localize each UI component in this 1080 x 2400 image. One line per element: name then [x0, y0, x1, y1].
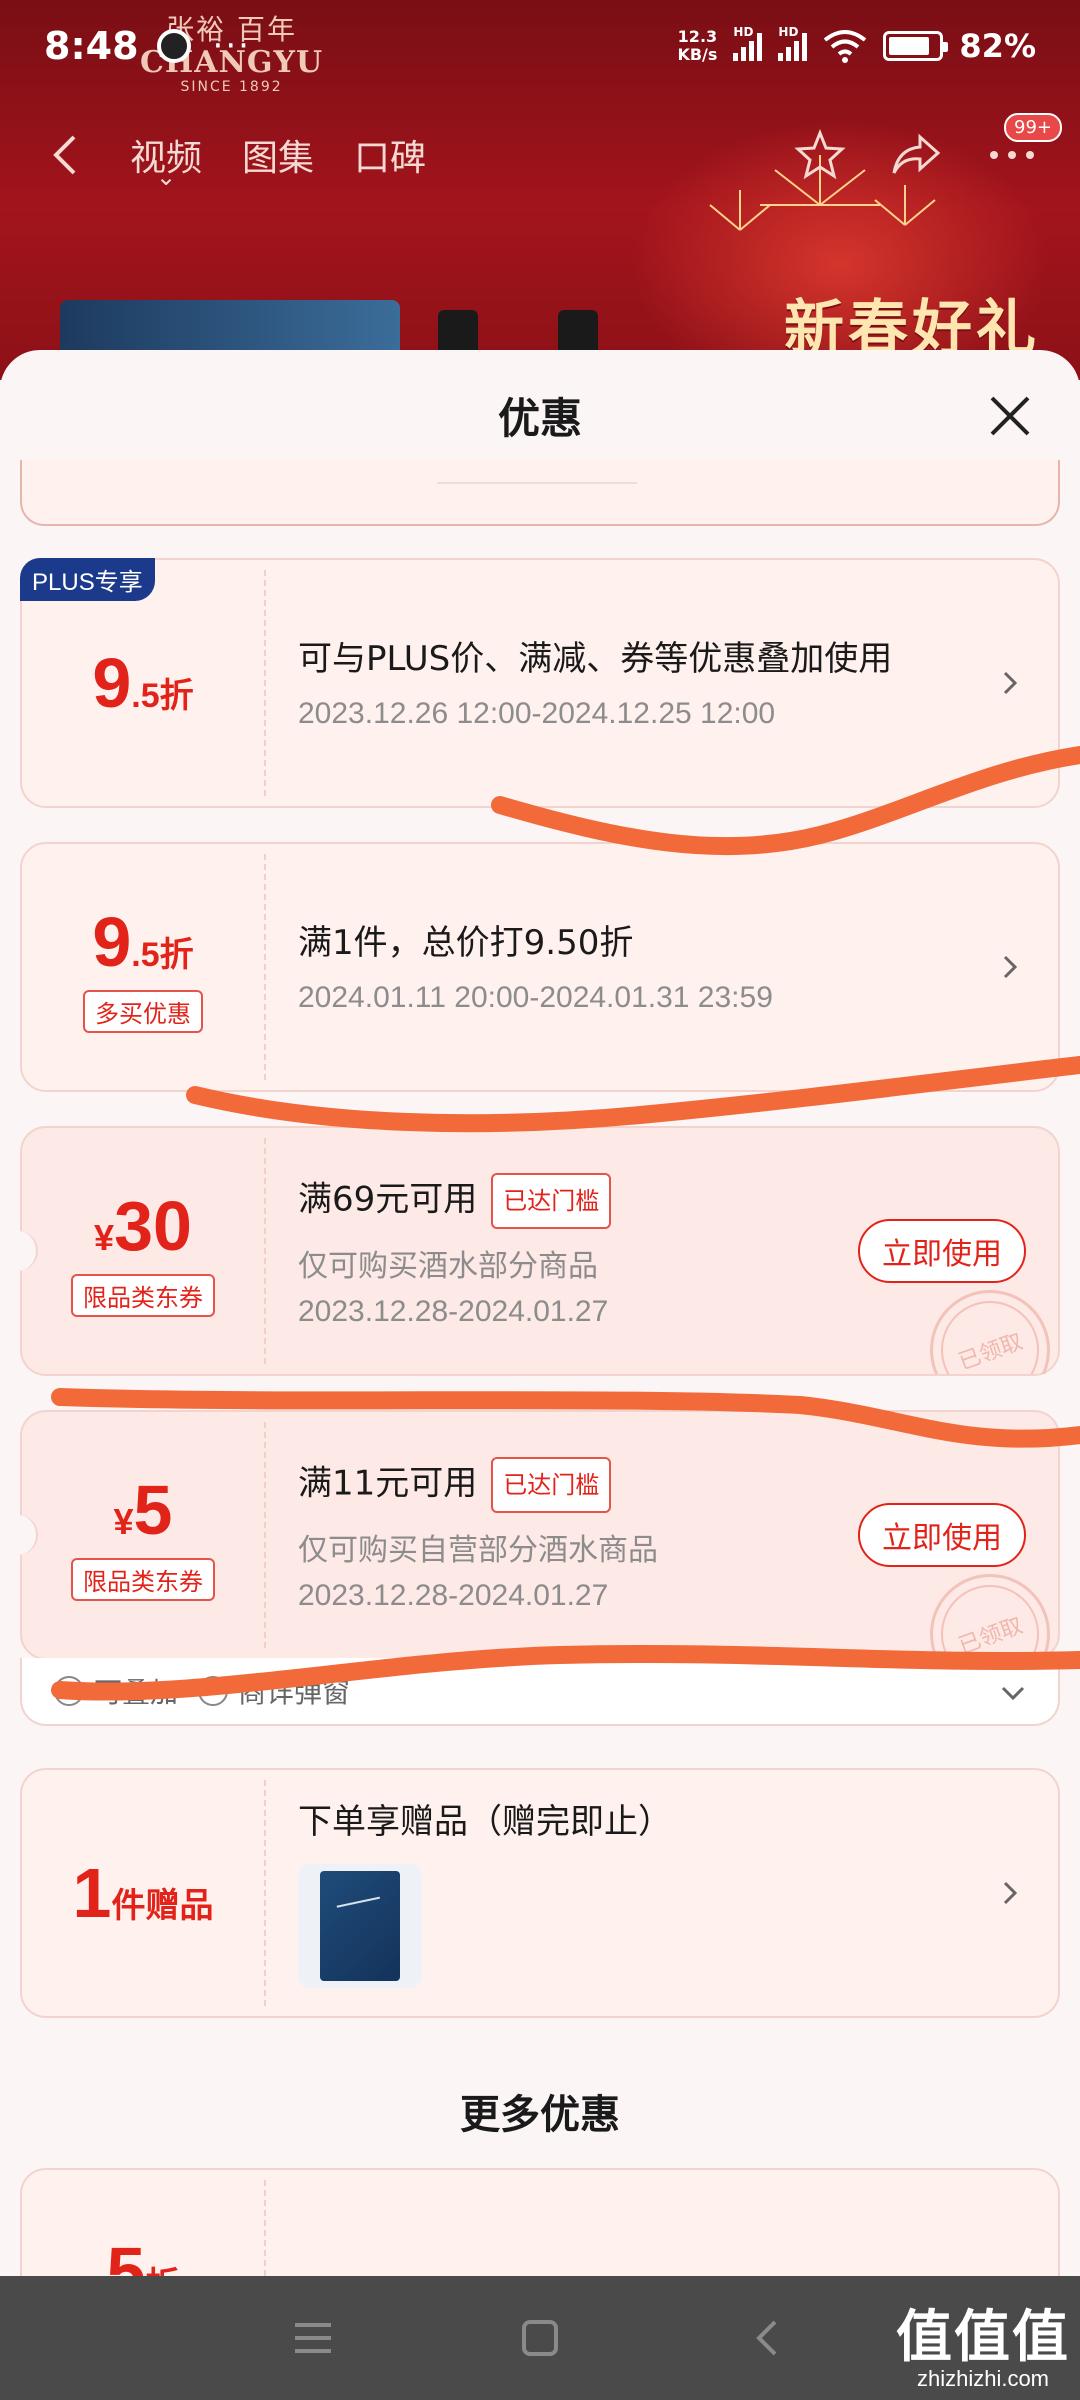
more-promotions-heading: 更多优惠	[460, 2092, 620, 2138]
share-icon[interactable]	[888, 127, 944, 183]
promo-value: 9.5折 多买优惠	[22, 844, 264, 1090]
network-speed-unit: KB/s	[677, 45, 718, 64]
battery-percent: 82%	[959, 27, 1036, 65]
promo-value: 9.5折	[22, 560, 264, 806]
promo-card-partial[interactable]: 5折	[20, 2168, 1060, 2280]
claimed-stamp: 已领取	[918, 1284, 1058, 1374]
tab-video[interactable]: 视频	[130, 129, 202, 181]
use-now-button[interactable]: 立即使用	[858, 1503, 1026, 1567]
threshold-met-tag: 已达门槛	[491, 1457, 612, 1513]
gift-value: 1件赠品	[22, 1770, 264, 2016]
close-button[interactable]	[980, 386, 1040, 446]
coupon-options-row: 可叠加 商详弹窗	[20, 1658, 1060, 1726]
chevron-right-icon	[992, 665, 1028, 701]
stackable-option[interactable]: 可叠加	[54, 1671, 178, 1711]
status-time: 8:48	[44, 24, 139, 68]
multibuy-tag: 多买优惠	[83, 989, 203, 1033]
watermark-main: 值值值	[896, 2305, 1070, 2370]
claimed-stamp: 已领取	[918, 1568, 1058, 1658]
claimed-stamp-text: 已领取	[955, 1329, 1027, 1374]
threshold-met-tag: 已达门槛	[491, 1173, 612, 1229]
wifi-icon	[824, 30, 867, 63]
promo-period: 2023.12.26 12:00-2024.12.25 12:00	[298, 697, 776, 730]
coupon-scope: 仅可购买自营部分酒水商品	[298, 1533, 658, 1568]
detail-popup-label: 商详弹窗	[238, 1676, 351, 1709]
coupon-period: 2023.12.28-2024.01.27	[298, 1295, 609, 1328]
coupon-value: ¥30 限品类东券	[22, 1128, 264, 1374]
radio-icon	[54, 1676, 84, 1706]
coupon-period: 2023.12.28-2024.01.27	[298, 1579, 609, 1612]
more-icon[interactable]: 99+	[984, 113, 1062, 183]
battery-icon	[883, 31, 949, 61]
discount-value: 9	[92, 644, 132, 722]
radio-icon	[198, 1676, 229, 1706]
coupon-condition-text: 满69元可用	[298, 1179, 478, 1220]
coupon-amount: 30	[114, 1186, 192, 1265]
product-top-nav: 视频 图集 口碑 99+	[0, 110, 1080, 200]
gift-title: 下单享赠品（赠完即止）	[298, 1802, 672, 1842]
watermark-sub: zhizhizhi.com	[916, 2366, 1050, 2391]
coupon-type-tag: 限品类东券	[71, 1273, 215, 1317]
signal-icon: HD	[778, 25, 808, 61]
use-now-button[interactable]: 立即使用	[858, 1219, 1026, 1283]
coupon-type-tag: 限品类东券	[71, 1557, 215, 1601]
partial-card-top	[20, 460, 1060, 526]
currency-symbol: ¥	[94, 1216, 115, 1258]
product-tabs: 视频 图集 口碑	[130, 129, 426, 181]
promo-card-plus[interactable]: PLUS专享 9.5折 可与PLUS价、满减、券等优惠叠加使用 2023.12.…	[20, 558, 1060, 808]
discount-value: 5	[106, 2233, 146, 2280]
chevron-right-icon	[992, 1875, 1028, 1911]
chevron-down-icon[interactable]	[1000, 1675, 1026, 1708]
currency-symbol: ¥	[113, 1500, 134, 1542]
gift-count: 1	[72, 1854, 112, 1932]
coupon-value: ¥5 限品类东券	[22, 1412, 264, 1658]
coupon-amount: 5	[133, 1470, 173, 1549]
back-icon[interactable]	[40, 130, 90, 180]
promo-value: 5折	[22, 2170, 264, 2280]
status-bar: 8:48 ··· 12.3 KB/s HD HD 82%	[0, 0, 1080, 92]
hd-label: HD	[733, 25, 754, 39]
chevron-right-icon	[992, 949, 1028, 985]
tab-reviews[interactable]: 口碑	[354, 129, 426, 181]
gift-unit: 件赠品	[111, 1887, 214, 1925]
more-notifications-icon: ···	[212, 26, 251, 66]
gift-card[interactable]: 1件赠品 下单享赠品（赠完即止）	[20, 1768, 1060, 2018]
coupon-card: ¥30 限品类东券 满69元可用 已达门槛 仅可购买酒水部分商品 2023.12.…	[6, 1126, 1060, 1376]
promo-period: 2024.01.11 20:00-2024.01.31 23:59	[298, 981, 773, 1014]
favorite-star-icon[interactable]	[792, 127, 848, 183]
claimed-stamp-text: 已领取	[955, 1613, 1027, 1658]
coupon-scope: 仅可购买酒水部分商品	[298, 1249, 598, 1284]
promo-card-multibuy[interactable]: 9.5折 多买优惠 满1件，总价打9.50折 2024.01.11 20:00-…	[20, 842, 1060, 1092]
coupon-condition-text: 满11元可用	[298, 1463, 478, 1504]
tab-gallery[interactable]: 图集	[242, 129, 314, 181]
close-icon	[990, 396, 1030, 436]
coupon-card: ¥5 限品类东券 满11元可用 已达门槛 仅可购买自营部分酒水商品 2023.12…	[6, 1410, 1060, 1660]
discount-value: 9	[92, 902, 132, 981]
discount-unit: .5折	[131, 677, 194, 715]
back-nav-icon[interactable]	[737, 2308, 797, 2368]
promo-title: 可与PLUS价、满减、券等优惠叠加使用	[298, 639, 893, 679]
notification-badge: 99+	[1004, 113, 1062, 142]
discount-unit: .5折	[131, 935, 194, 974]
gift-thumbnail	[298, 1864, 422, 1988]
menu-icon[interactable]	[283, 2308, 343, 2368]
signal-icon: HD	[733, 25, 763, 61]
hd-label: HD	[778, 25, 799, 39]
battery-level	[889, 37, 929, 55]
network-speed-value: 12.3	[677, 27, 718, 46]
promo-title: 满1件，总价打9.50折	[298, 923, 634, 963]
coupon-condition: 满69元可用 已达门槛	[298, 1173, 858, 1229]
watermark: 值值值 zhizhizhi.com	[896, 2310, 1070, 2392]
promotions-sheet: 优惠 PLUS专享 9.5折 可与PLUS价、满减、券等优惠叠加使用 2023.…	[0, 350, 1080, 2280]
detail-popup-option[interactable]: 商详弹窗	[198, 1671, 350, 1711]
stackable-label: 可叠加	[94, 1676, 179, 1709]
coupon-condition: 满11元可用 已达门槛	[298, 1457, 858, 1513]
clock-icon	[156, 29, 191, 63]
network-speed: 12.3 KB/s	[677, 28, 717, 64]
home-icon[interactable]	[510, 2308, 570, 2368]
sheet-title: 优惠	[497, 393, 582, 443]
